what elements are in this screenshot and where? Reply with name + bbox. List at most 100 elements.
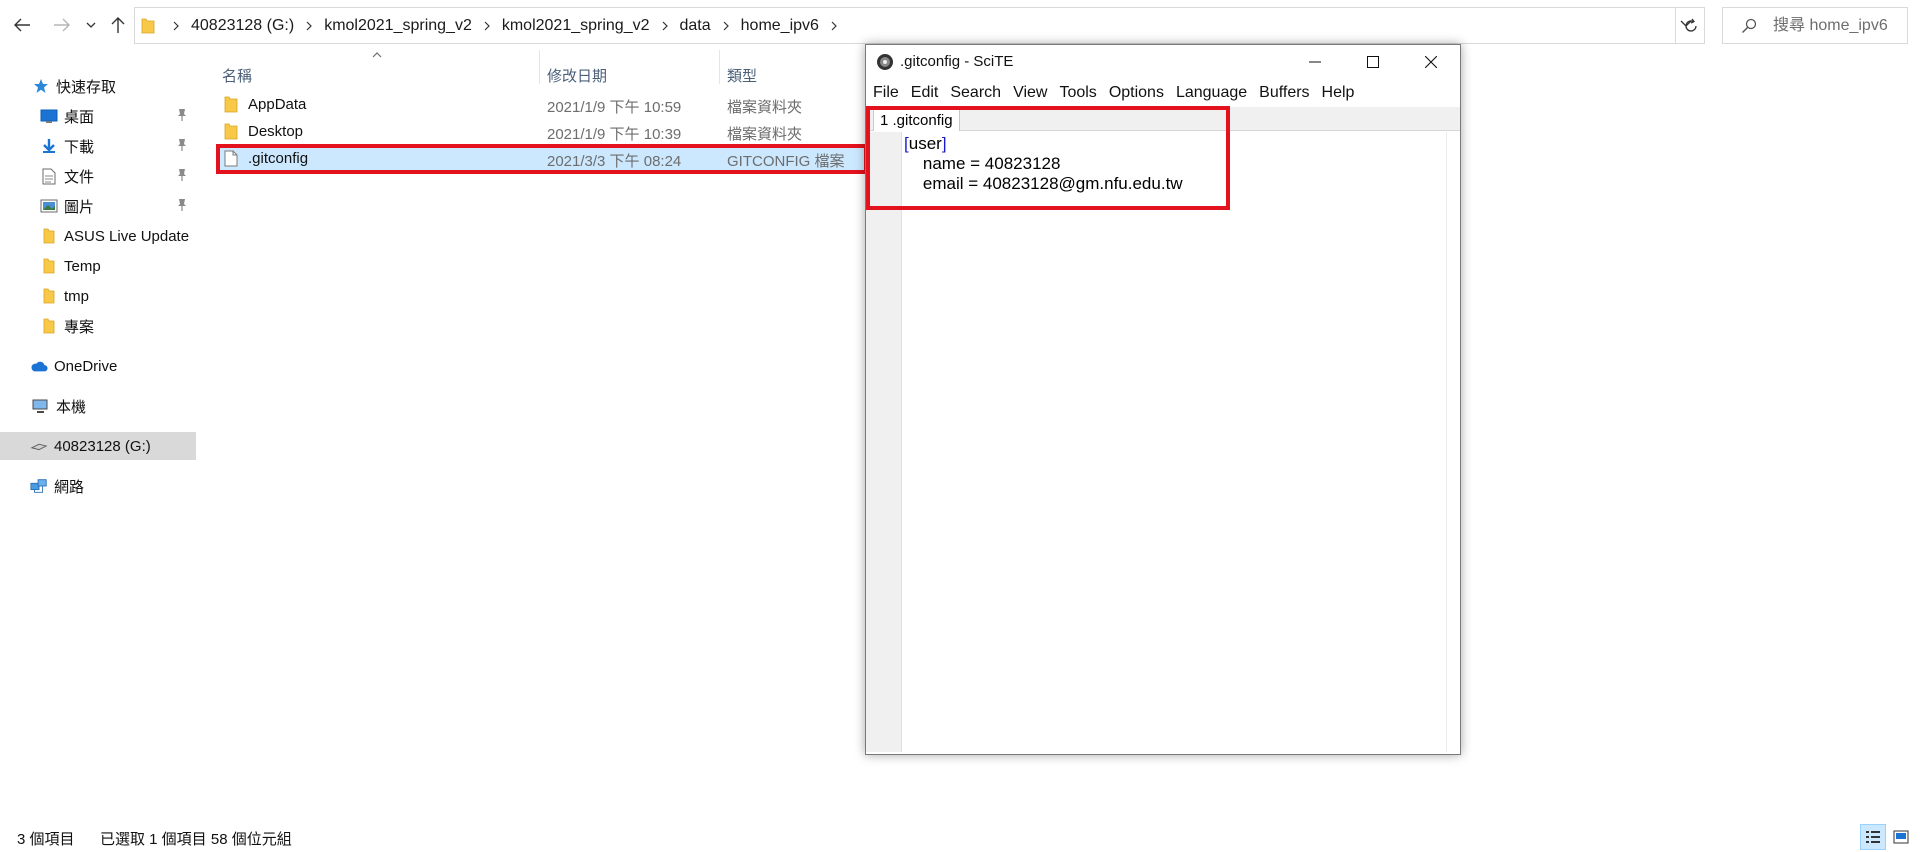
line-number-margin bbox=[866, 132, 902, 752]
breadcrumb-data[interactable]: data bbox=[680, 17, 711, 35]
maximize-button[interactable] bbox=[1344, 45, 1402, 79]
nav-drive-g[interactable]: 40823128 (G:) bbox=[0, 432, 196, 460]
menu-language[interactable]: Language bbox=[1170, 84, 1253, 102]
refresh-icon bbox=[1684, 18, 1697, 32]
cloud-icon bbox=[30, 357, 48, 375]
file-row-gitconfig[interactable]: .gitconfig 2021/3/3 下午 08:24 GITCONFIG 檔… bbox=[216, 146, 866, 172]
file-type: GITCONFIG 檔案 bbox=[727, 153, 845, 170]
menu-tools[interactable]: Tools bbox=[1053, 84, 1102, 102]
tab-gitconfig[interactable]: 1 .gitconfig bbox=[873, 109, 960, 131]
nav-label: 40823128 (G:) bbox=[54, 437, 151, 455]
nav-item-temp[interactable]: Temp bbox=[0, 252, 196, 280]
menu-help[interactable]: Help bbox=[1316, 84, 1361, 102]
file-name: Desktop bbox=[248, 123, 304, 140]
folder-icon bbox=[224, 96, 238, 113]
menu-buffers[interactable]: Buffers bbox=[1253, 84, 1315, 102]
chevron-right-icon[interactable] bbox=[723, 21, 729, 31]
breadcrumb-kmol2021-spring-v2-inner[interactable]: kmol2021_spring_v2 bbox=[502, 17, 650, 35]
chevron-right-icon[interactable] bbox=[306, 21, 313, 31]
minimize-button[interactable] bbox=[1286, 45, 1344, 79]
close-button[interactable] bbox=[1402, 45, 1460, 79]
column-header-label: 修改日期 bbox=[547, 67, 608, 85]
column-header-label: 類型 bbox=[727, 67, 758, 85]
nav-onedrive[interactable]: OneDrive bbox=[0, 352, 196, 380]
menu-search[interactable]: Search bbox=[944, 84, 1007, 102]
search-box[interactable] bbox=[1722, 7, 1908, 44]
menu-file[interactable]: File bbox=[866, 84, 905, 102]
nav-this-pc[interactable]: 本機 bbox=[0, 392, 196, 420]
pin-icon bbox=[178, 139, 186, 151]
large-icons-view-icon bbox=[1893, 830, 1909, 844]
code-section-name: user bbox=[908, 134, 942, 153]
column-divider[interactable] bbox=[539, 50, 540, 84]
usb-drive-icon bbox=[30, 437, 48, 455]
column-header-name[interactable]: 名稱 bbox=[222, 58, 252, 92]
chevron-right-icon[interactable] bbox=[662, 21, 668, 31]
up-icon bbox=[111, 17, 125, 33]
nav-item-desktop[interactable]: 桌面 bbox=[0, 102, 196, 130]
column-divider[interactable] bbox=[719, 50, 720, 84]
nav-quick-access[interactable]: 快速存取 bbox=[0, 72, 196, 100]
chevron-down-icon bbox=[86, 22, 96, 28]
nav-label: tmp bbox=[64, 287, 90, 305]
file-row-desktop[interactable]: Desktop 2021/1/9 下午 10:39 檔案資料夾 bbox=[216, 119, 866, 145]
nav-label: 本機 bbox=[56, 398, 87, 416]
search-icon bbox=[1742, 18, 1757, 33]
documents-icon bbox=[40, 167, 58, 185]
address-bar-area: 40823128 (G:) kmol2021_spring_v2 kmol202… bbox=[0, 0, 1920, 50]
file-date: 2021/1/9 下午 10:39 bbox=[547, 126, 682, 143]
nav-network[interactable]: 網路 bbox=[0, 472, 196, 500]
details-view-icon bbox=[1866, 831, 1880, 843]
nav-item-tmp[interactable]: tmp bbox=[0, 282, 196, 310]
column-header-date[interactable]: 修改日期 bbox=[547, 58, 607, 92]
code-line: [user] bbox=[904, 134, 1444, 154]
pin-icon bbox=[178, 109, 186, 121]
nav-item-pictures[interactable]: 圖片 bbox=[0, 192, 196, 220]
menu-view[interactable]: View bbox=[1007, 84, 1053, 102]
file-icon bbox=[224, 150, 238, 167]
column-header-label: 名稱 bbox=[222, 67, 253, 85]
chevron-right-icon[interactable] bbox=[173, 21, 179, 31]
breadcrumb-home-ipv6[interactable]: home_ipv6 bbox=[741, 17, 819, 35]
search-input[interactable] bbox=[1773, 16, 1901, 36]
breadcrumb-drive[interactable]: 40823128 (G:) bbox=[191, 17, 294, 35]
large-icons-view-button[interactable] bbox=[1888, 824, 1914, 850]
code-line: email = 40823128@gm.nfu.edu.tw bbox=[904, 174, 1183, 193]
desktop-icon bbox=[40, 107, 58, 125]
scite-app-icon bbox=[877, 54, 893, 70]
minimize-icon bbox=[1309, 61, 1321, 63]
nav-item-documents[interactable]: 文件 bbox=[0, 162, 196, 190]
scite-tab-bar: 1 .gitconfig bbox=[866, 107, 1460, 131]
nav-label: 快速存取 bbox=[56, 78, 117, 96]
sort-ascending-icon bbox=[372, 52, 382, 58]
code-editor[interactable]: [user] name = 40823128 email = 40823128@… bbox=[904, 134, 1444, 750]
forward-button[interactable] bbox=[50, 12, 74, 38]
details-view-button[interactable] bbox=[1860, 824, 1886, 850]
status-bar: 3 個項目 已選取 1 個項目 58 個位元組 bbox=[0, 818, 1920, 852]
address-bar[interactable]: 40823128 (G:) kmol2021_spring_v2 kmol202… bbox=[134, 7, 1705, 44]
chevron-right-icon[interactable] bbox=[831, 21, 837, 31]
pin-icon bbox=[178, 199, 186, 211]
breadcrumb-kmol2021-spring-v2[interactable]: kmol2021_spring_v2 bbox=[324, 17, 472, 35]
scite-title-bar[interactable]: .gitconfig - SciTE bbox=[866, 45, 1460, 79]
vertical-scrollbar[interactable] bbox=[1446, 132, 1458, 752]
maximize-icon bbox=[1367, 56, 1379, 68]
nav-label: 網路 bbox=[54, 478, 85, 496]
back-button[interactable] bbox=[10, 12, 34, 38]
menu-edit[interactable]: Edit bbox=[905, 84, 945, 102]
refresh-button[interactable] bbox=[1675, 7, 1705, 44]
column-header-type[interactable]: 類型 bbox=[727, 58, 757, 92]
folder-icon bbox=[40, 287, 58, 305]
nav-item-projects[interactable]: 專案 bbox=[0, 312, 196, 340]
nav-label: 桌面 bbox=[64, 108, 95, 126]
nav-item-asus-live-update[interactable]: ASUS Live Update bbox=[0, 222, 196, 250]
file-row-appdata[interactable]: AppData 2021/1/9 下午 10:59 檔案資料夾 bbox=[216, 92, 866, 118]
chevron-right-icon[interactable] bbox=[484, 21, 490, 31]
nav-label: OneDrive bbox=[54, 357, 118, 375]
up-button[interactable] bbox=[106, 12, 130, 38]
menu-options[interactable]: Options bbox=[1103, 84, 1170, 102]
scite-window-title: .gitconfig - SciTE bbox=[900, 53, 1014, 70]
nav-item-downloads[interactable]: 下載 bbox=[0, 132, 196, 160]
recent-locations-button[interactable] bbox=[82, 12, 100, 38]
status-selection: 已選取 1 個項目 58 個位元組 bbox=[100, 831, 292, 848]
